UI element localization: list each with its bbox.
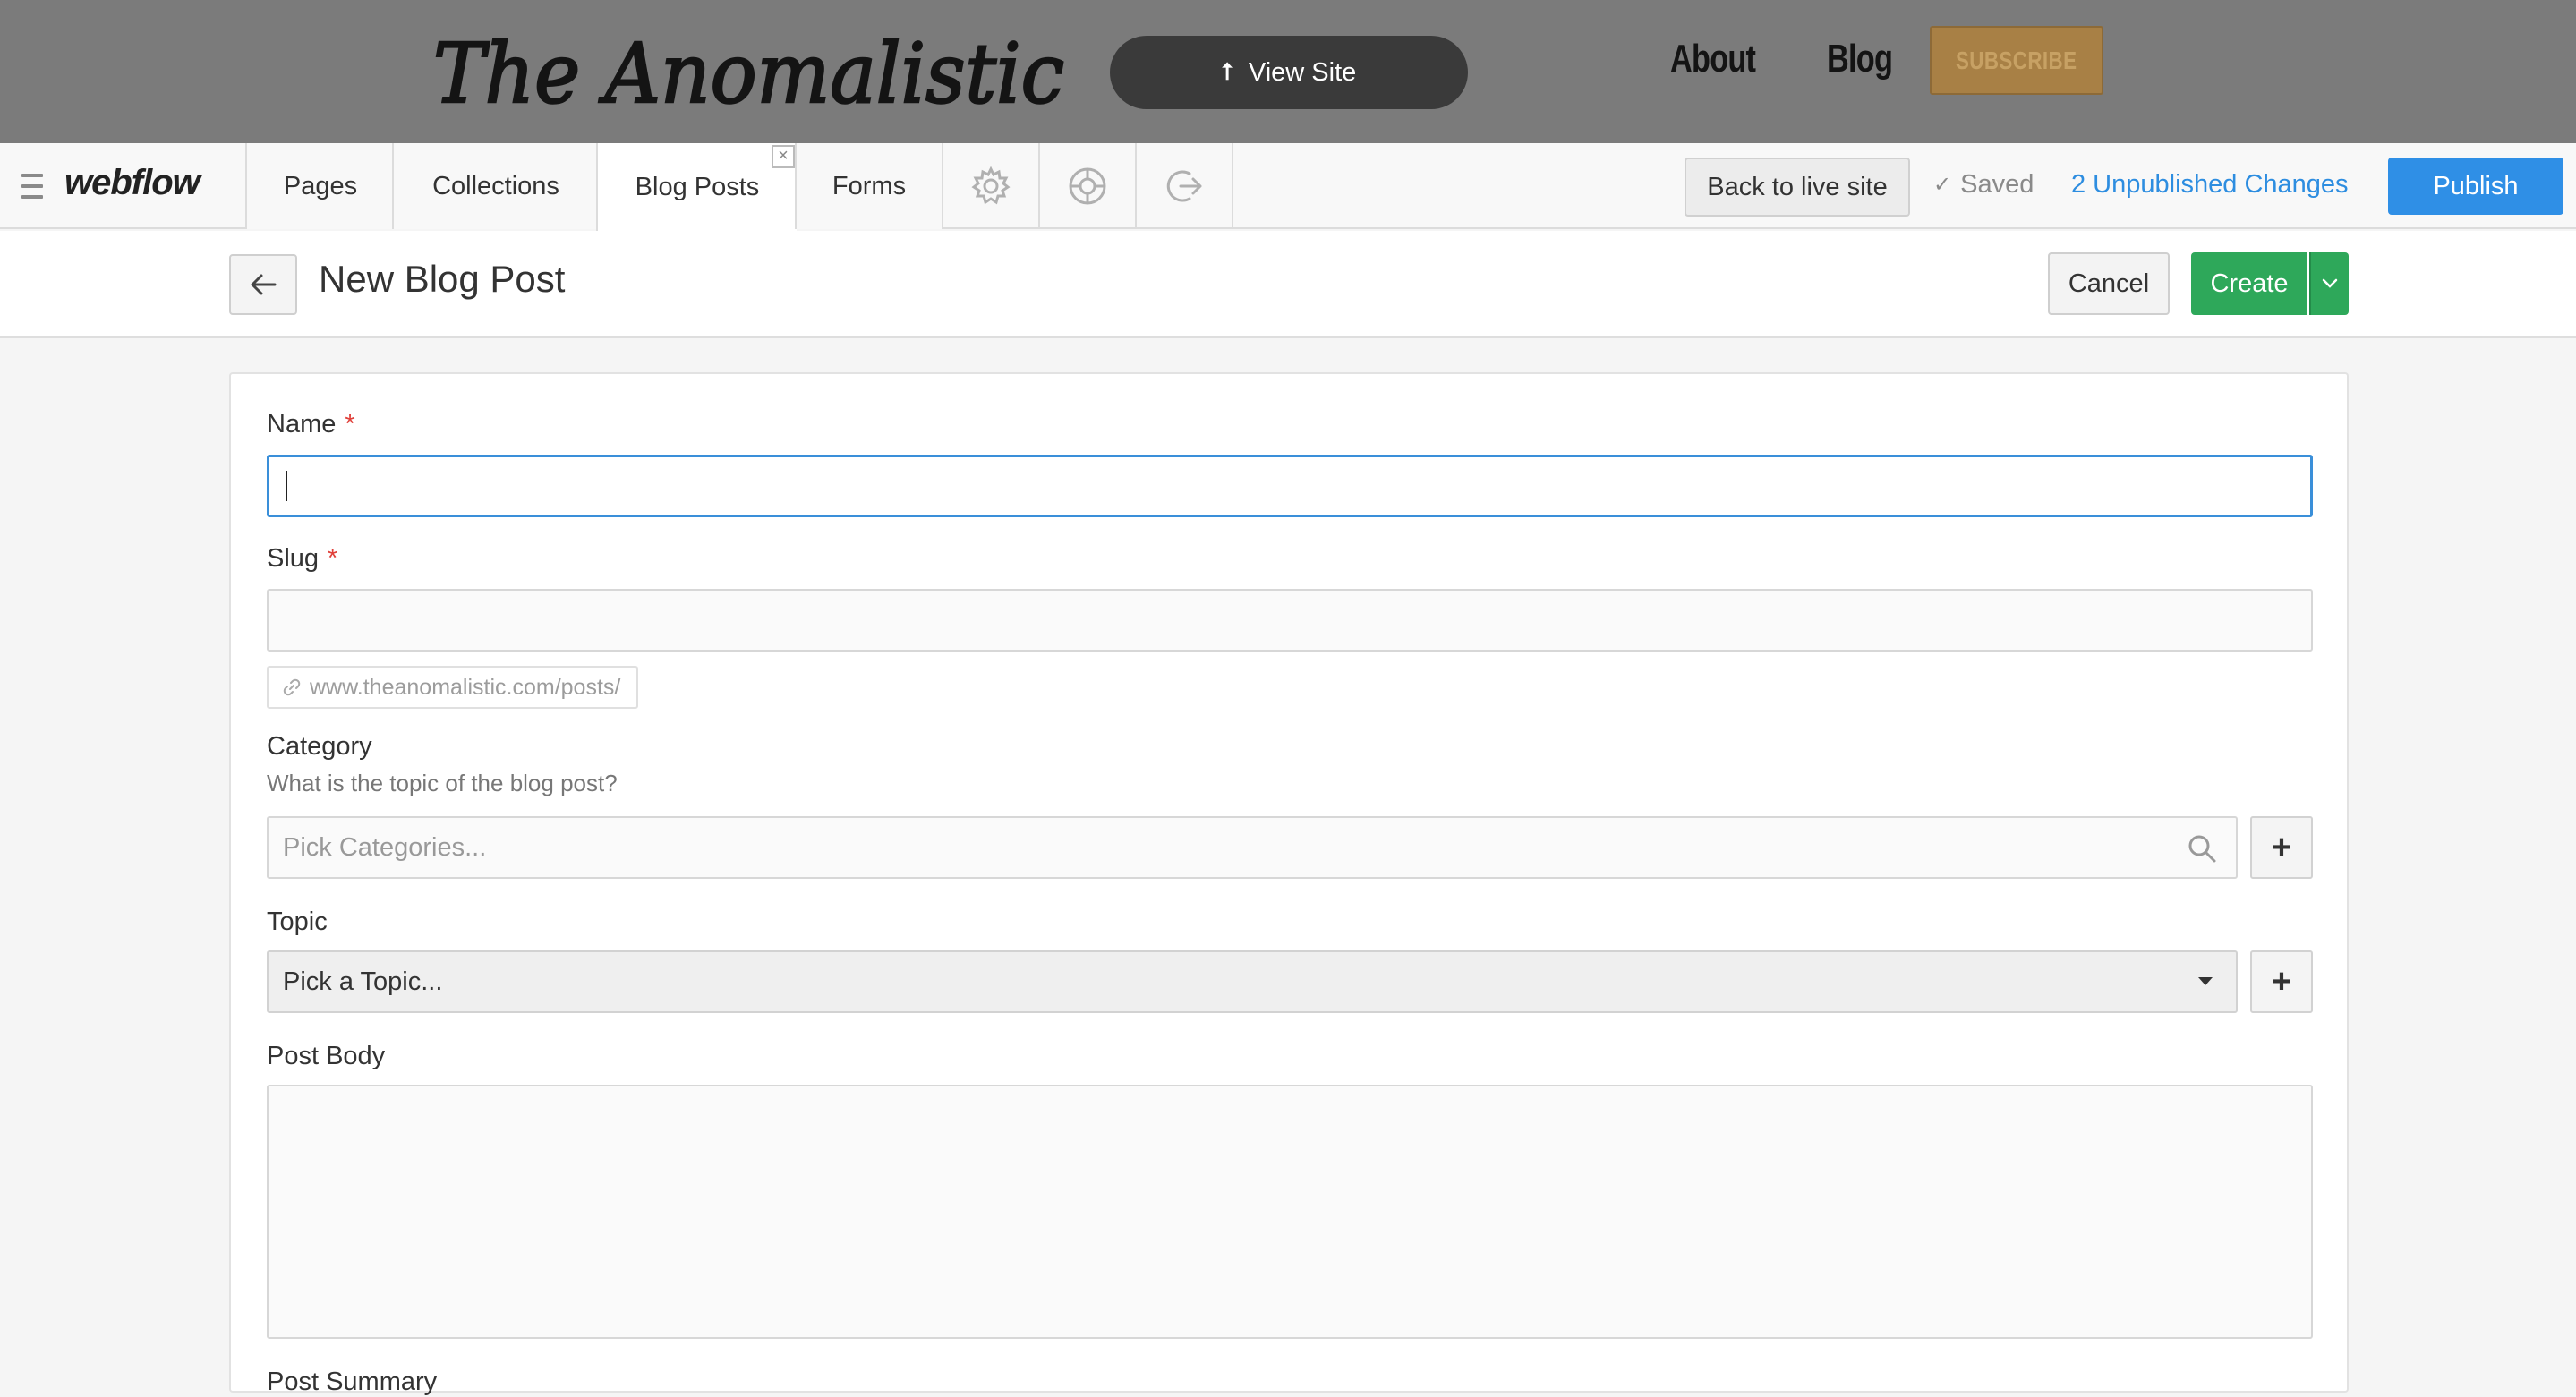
back-button[interactable] [229,254,297,315]
nav-link-blog[interactable]: Blog [1827,34,1893,84]
chevron-down-icon [2322,278,2338,288]
link-icon [283,678,301,696]
name-input[interactable] [267,455,2313,517]
svg-text:The Anomalistic: The Anomalistic [433,26,1064,122]
check-icon: ✓ [1933,173,1952,197]
category-label: Category [267,732,372,761]
name-label-text: Name [267,410,337,439]
slug-url-preview: www.theanomalistic.com/posts/ [267,666,639,709]
back-to-live-site-button[interactable]: Back to live site [1685,158,1910,217]
form-card: Name * Slug * www.theanomalistic.com/posts… [229,372,2349,1396]
tab-collections[interactable]: Collections [392,143,598,229]
view-site-button[interactable]: ⭡ View Site [1110,36,1468,109]
slug-label-text: Slug [267,544,320,573]
create-button[interactable]: Create [2191,252,2307,315]
topic-selected: Pick a Topic... [283,967,443,996]
arrow-up-icon: ⭡ [1221,58,1233,85]
name-label: Name * [267,410,355,439]
page-title: New Blog Post [319,258,566,300]
category-placeholder: Pick Categories... [283,832,487,862]
unpublished-changes-link[interactable]: 2 Unpublished Changes [2071,170,2349,200]
publish-button[interactable]: Publish [2388,158,2563,215]
nav-link-about[interactable]: About [1670,34,1756,84]
add-topic-button[interactable]: + [2250,950,2313,1013]
slug-url-prefix: www.theanomalistic.com/posts/ [310,674,621,700]
category-picker[interactable]: Pick Categories... [267,816,2238,879]
close-icon[interactable]: × [772,145,795,168]
settings-tab[interactable] [943,143,1040,229]
saved-status: ✓ Saved [1933,170,2034,200]
slug-label: Slug * [267,544,337,574]
site-header: The Anomalistic ⭡ View Site About Blog S… [0,0,2576,143]
arrow-left-icon [251,274,277,295]
cancel-button[interactable]: Cancel [2048,252,2170,315]
menu-icon[interactable] [21,174,43,199]
site-logo[interactable]: The Anomalistic [433,13,1070,138]
view-site-label: View Site [1248,57,1357,87]
post-body-editor[interactable] [267,1085,2313,1339]
topic-select[interactable]: Pick a Topic... [267,950,2238,1013]
help-tab[interactable] [1040,143,1137,229]
page-header: New Blog Post Cancel Create [0,231,2576,338]
tab-forms[interactable]: Forms [795,143,943,229]
create-options-button[interactable] [2309,252,2349,315]
required-marker: * [345,410,355,439]
topic-label: Topic [267,907,328,936]
slug-input[interactable] [267,589,2313,652]
saved-label: Saved [1960,170,2034,199]
gear-icon [971,166,1011,205]
editor-toolbar: webflow Pages Collections Blog Posts × F… [0,143,2576,231]
subscribe-label: SUBSCRIBE [1956,46,2077,74]
post-summary-label: Post Summary [267,1367,438,1396]
post-body-label: Post Body [267,1042,386,1070]
tab-blog-posts[interactable]: Blog Posts [596,143,797,231]
required-marker: * [328,544,338,573]
webflow-logo: webflow [64,163,200,202]
add-category-button[interactable]: + [2250,816,2313,879]
caret-down-icon [2198,977,2213,985]
category-help: What is the topic of the blog post? [267,770,618,796]
logout-icon [1166,170,1202,202]
search-icon [2188,835,2216,863]
text-caret [286,471,287,501]
subscribe-button[interactable]: SUBSCRIBE [1930,26,2103,95]
tab-pages[interactable]: Pages [245,143,394,229]
logout-tab[interactable] [1137,143,1233,229]
lifebuoy-icon [1069,167,1106,205]
